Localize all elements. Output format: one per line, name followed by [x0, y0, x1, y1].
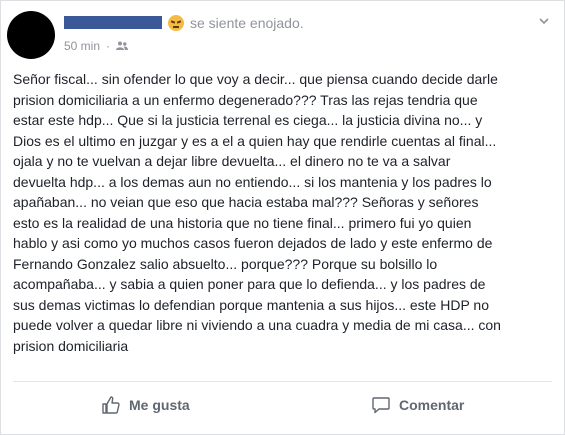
- like-button[interactable]: Me gusta: [101, 393, 190, 417]
- avatar[interactable]: [7, 11, 55, 59]
- friends-icon[interactable]: [116, 41, 129, 51]
- timestamp[interactable]: 50 min: [64, 39, 100, 53]
- feeling-label: se siente enojado.: [190, 15, 304, 31]
- speech-bubble-icon: [372, 397, 390, 414]
- thumbs-up-icon: [102, 396, 120, 414]
- meta-separator: ·: [106, 39, 111, 53]
- author-name-redacted[interactable]: [64, 16, 162, 29]
- like-label: Me gusta: [129, 397, 190, 413]
- divider: [13, 381, 552, 382]
- post-body: Señor fiscal... sin ofender lo que voy a…: [13, 71, 501, 354]
- angry-face-icon: [168, 15, 184, 31]
- post-card: se siente enojado. 50 min · Señor fiscal…: [0, 0, 565, 435]
- comment-button[interactable]: Comentar: [371, 393, 464, 417]
- chevron-down-icon[interactable]: [538, 15, 550, 27]
- comment-label: Comentar: [399, 397, 465, 413]
- post-meta: 50 min ·: [64, 39, 129, 53]
